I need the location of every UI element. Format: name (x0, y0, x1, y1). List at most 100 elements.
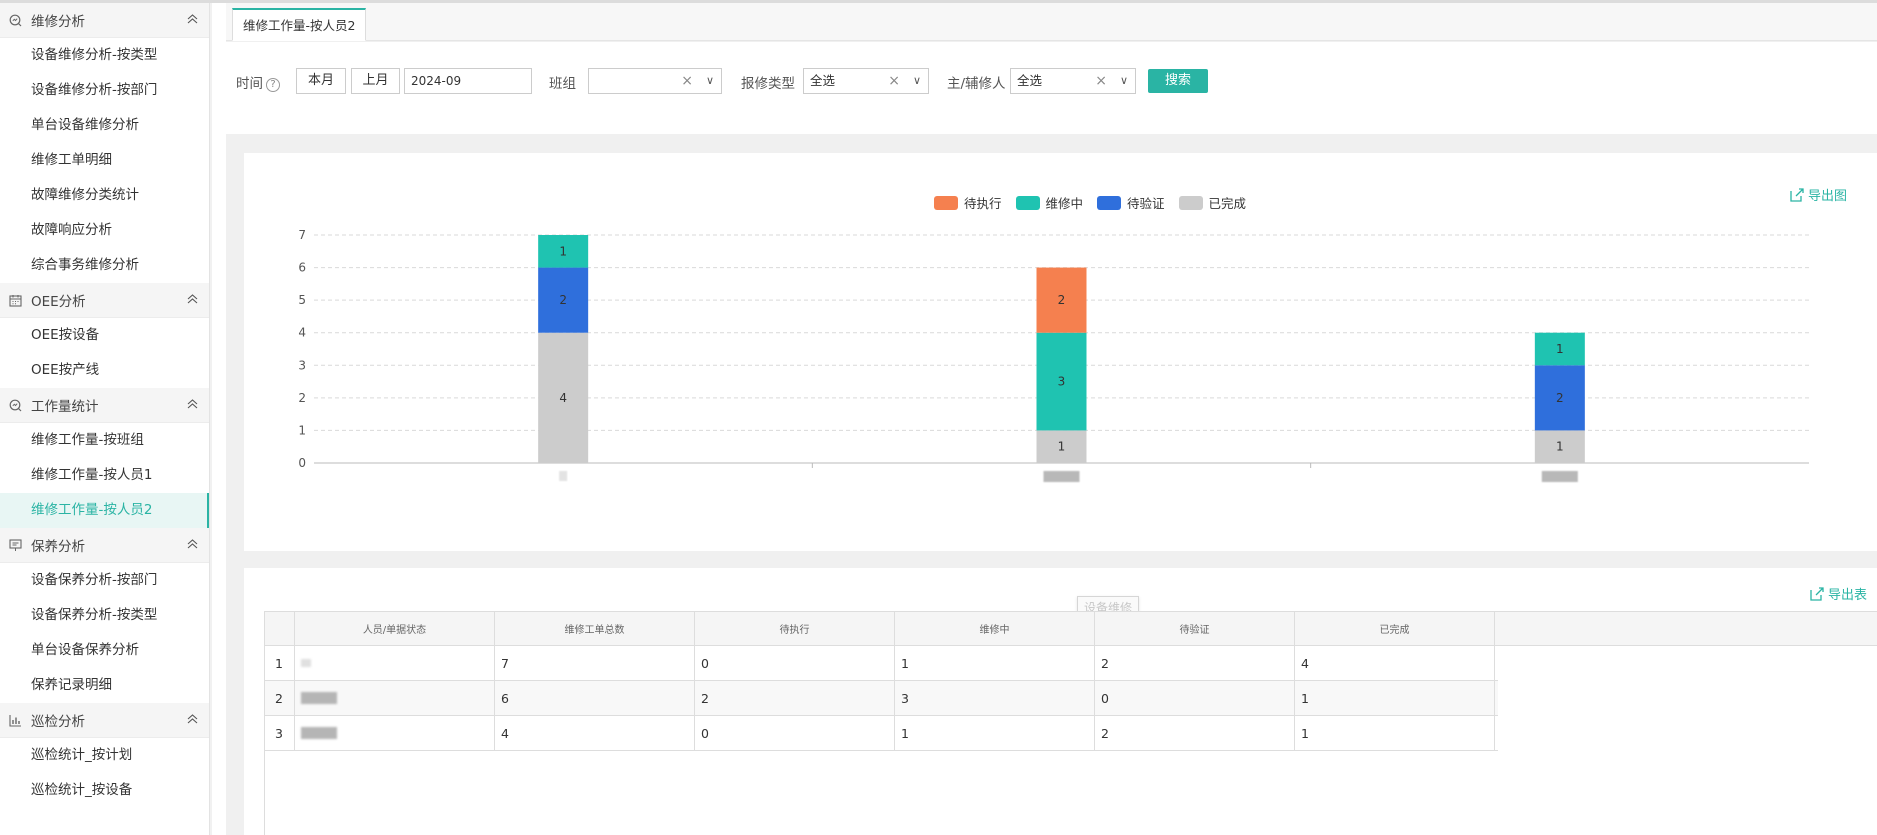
table-cell: 0 (695, 716, 895, 750)
bar-data-label: 4 (559, 391, 567, 405)
repair-type-chevron-down-icon[interactable]: ∨ (913, 69, 921, 93)
collapse-chevron-up-icon[interactable] (185, 292, 199, 306)
column-header[interactable]: 已完成 (1295, 612, 1495, 645)
table-row[interactable]: 262301 (265, 681, 1498, 716)
y-tick-label: 3 (298, 358, 306, 372)
person-name-cell (295, 716, 495, 750)
stacked-bar-chart: 0 1 2 3 4 5 6 7 4 2 1 1 3 2 1 2 1 (298, 228, 1809, 482)
table-row[interactable]: 170124 (265, 646, 1498, 681)
filter-bar: 时间? 本月 上月 2024-09 班组 × ∨ 报修类型 全选 × ∨ 主/辅… (226, 42, 1877, 134)
tab-bar: 维修工作量-按人员2 (226, 3, 1877, 41)
table-cell: 4 (1295, 646, 1495, 680)
sidebar-item[interactable]: 维修工作量-按班组 (0, 423, 209, 458)
sidebar-item[interactable]: 巡检统计_按计划 (0, 738, 209, 773)
sidebar-group-header[interactable]: 工作量统计 (0, 388, 209, 423)
sidebar-item[interactable]: 综合事务维修分析 (0, 248, 209, 283)
repair-type-label: 报修类型 (741, 76, 795, 92)
bar-data-label: 3 (1058, 375, 1066, 389)
collapse-chevron-up-icon[interactable] (185, 712, 199, 726)
redacted-name (301, 692, 337, 704)
app-root: 维修分析设备维修分析-按类型 设备维修分析-按部门 单台设备维修分析 维修工单明细 故障… (0, 0, 1877, 835)
redacted-name (301, 659, 311, 667)
last-month-button[interactable]: 上月 (351, 68, 400, 94)
sidebar-item[interactable]: 故障响应分析 (0, 213, 209, 248)
collapse-chevron-up-icon[interactable] (185, 12, 199, 26)
sidebar-item[interactable]: 保养记录明细 (0, 668, 209, 703)
x-tick-label-redacted (559, 471, 568, 481)
chart-panel: 导出图 待执行 维修中 待验证 已完成 01234567421132121 (244, 153, 1877, 551)
repair-type-clear-icon[interactable]: × (888, 69, 900, 93)
person-name-cell (295, 646, 495, 680)
collapse-chevron-up-icon[interactable] (185, 397, 199, 411)
magnifier-chart-icon (8, 13, 22, 27)
collapse-chevron-up-icon[interactable] (185, 537, 199, 551)
table-row[interactable]: 340121 (265, 716, 1498, 751)
table-cell: 2 (265, 681, 295, 715)
person-chevron-down-icon[interactable]: ∨ (1120, 69, 1128, 93)
table-cell: 2 (1095, 716, 1295, 750)
column-header[interactable] (265, 612, 295, 645)
team-label: 班组 (549, 76, 576, 92)
sidebar-group-title: 维修分析 (31, 14, 85, 30)
y-tick-label: 7 (298, 228, 306, 242)
sidebar-group-header[interactable]: 巡检分析 (0, 703, 209, 738)
sidebar-item[interactable]: 故障维修分类统计 (0, 178, 209, 213)
time-label-text: 时间 (236, 76, 263, 92)
sidebar-group-header[interactable]: 维修分析 (0, 3, 209, 38)
y-tick-label: 2 (298, 391, 306, 405)
this-month-button[interactable]: 本月 (296, 68, 346, 94)
sidebar-item[interactable]: 单台设备保养分析 (0, 633, 209, 668)
table-cell: 3 (895, 681, 1095, 715)
bar-data-label: 2 (1556, 391, 1564, 405)
column-header[interactable]: 待验证 (1095, 612, 1295, 645)
sidebar-item[interactable]: 维修工作量-按人员1 (0, 458, 209, 493)
sidebar-group-title: 工作量统计 (31, 399, 99, 415)
bar-data-label: 1 (1556, 440, 1564, 454)
column-header[interactable]: 维修中 (895, 612, 1095, 645)
sidebar-item[interactable]: 维修工单明细 (0, 143, 209, 178)
sidebar-group-header[interactable]: OEE分析 (0, 283, 209, 318)
sidebar-item[interactable]: OEE按产线 (0, 353, 209, 388)
column-header[interactable]: 维修工单总数 (495, 612, 695, 645)
person-label: 主/辅修人 (947, 76, 1006, 92)
main-content: 维修工作量-按人员2 时间? 本月 上月 2024-09 班组 × ∨ 报修类型… (226, 3, 1877, 835)
table-cell: 1 (1295, 716, 1495, 750)
x-tick-label-redacted (1541, 471, 1578, 482)
table-header: 人员/单据状态 维修工单总数 待执行 维修中 待验证 已完成 (265, 612, 1877, 646)
sidebar-group-header[interactable]: 保养分析 (0, 528, 209, 563)
person-select[interactable]: 全选 × ∨ (1010, 68, 1136, 94)
column-header[interactable]: 待执行 (695, 612, 895, 645)
bar-chart-icon (8, 713, 22, 727)
column-header[interactable]: 人员/单据状态 (295, 612, 495, 645)
table-cell: 0 (695, 646, 895, 680)
sidebar-item[interactable]: 巡检统计_按设备 (0, 773, 209, 808)
bar-data-label: 1 (1556, 342, 1564, 356)
table-cell: 2 (695, 681, 895, 715)
search-button[interactable]: 搜索 (1148, 69, 1208, 93)
presentation-icon (8, 538, 22, 552)
tab-workload-by-person-2[interactable]: 维修工作量-按人员2 (232, 8, 367, 41)
sidebar-item[interactable]: 单台设备维修分析 (0, 108, 209, 143)
sidebar-item[interactable]: 维修工作量-按人员2 (0, 493, 209, 528)
sidebar-item[interactable]: 设备维修分析-按类型 (0, 38, 209, 73)
team-clear-icon[interactable]: × (681, 69, 693, 93)
person-name-cell (295, 681, 495, 715)
y-tick-label: 6 (298, 261, 306, 275)
table-cell: 1 (1295, 681, 1495, 715)
sidebar-scrollbar[interactable]: ▲ ▼ (209, 3, 212, 835)
team-chevron-down-icon[interactable]: ∨ (706, 69, 714, 93)
team-select[interactable]: × ∨ (588, 68, 722, 94)
export-table-button[interactable]: 导出表 (1810, 584, 1867, 603)
table-cell: 4 (495, 716, 695, 750)
table-cell: 2 (1095, 646, 1295, 680)
month-date-input[interactable]: 2024-09 (404, 68, 532, 94)
sidebar-item[interactable]: 设备维修分析-按部门 (0, 73, 209, 108)
sidebar-menu: 维修分析设备维修分析-按类型 设备维修分析-按部门 单台设备维修分析 维修工单明细 故障… (0, 3, 209, 808)
help-icon[interactable]: ? (266, 78, 280, 92)
export-icon (1810, 586, 1824, 601)
sidebar-item[interactable]: 设备保养分析-按部门 (0, 563, 209, 598)
repair-type-select[interactable]: 全选 × ∨ (803, 68, 929, 94)
sidebar-item[interactable]: 设备保养分析-按类型 (0, 598, 209, 633)
person-clear-icon[interactable]: × (1095, 69, 1107, 93)
sidebar-item[interactable]: OEE按设备 (0, 318, 209, 353)
